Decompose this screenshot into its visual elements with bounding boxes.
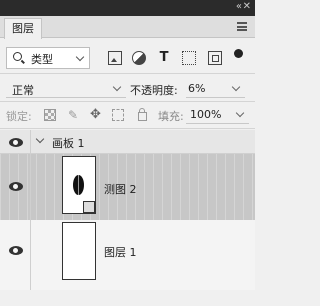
layer-row-artboard[interactable]: 画板 1 [0,130,255,154]
divider [30,154,31,220]
smart-object-badge-icon [83,201,95,213]
lock-artboard-icon[interactable] [112,109,124,121]
panel-tab-row: 图层 [0,16,255,39]
type-filter-icon[interactable]: T [157,51,171,65]
chevron-down-icon [231,82,241,92]
panel-title-bar: « ✕ [0,0,255,16]
divider [0,128,255,129]
close-icon[interactable]: ✕ [243,1,251,12]
chevron-down-icon [75,52,85,62]
divider [0,73,255,74]
divider [30,220,31,290]
filter-toggle-icon[interactable] [234,49,243,58]
layer-row-selected[interactable]: 测图 2 [0,154,255,220]
fill-value: 100% [190,108,222,121]
pixel-filter-icon[interactable] [108,51,122,65]
eye-icon[interactable] [9,138,23,147]
search-icon [13,52,22,61]
opacity-input[interactable]: 6% [186,80,245,98]
layer-name: 测图 2 [104,183,137,196]
smart-object-filter-icon[interactable] [208,51,222,65]
chevron-down-icon [235,108,245,118]
blend-mode-value: 正常 [12,84,34,97]
filter-kind-label: 类型 [31,53,53,66]
tab-layers[interactable]: 图层 [4,18,42,39]
opacity-label: 不透明度: [130,84,178,97]
lock-transparent-pixels-icon[interactable] [44,109,56,121]
layer-thumbnail [62,222,96,280]
layer-row[interactable]: 图层 1 [0,220,255,290]
fill-label: 填充: [158,110,184,123]
fill-input[interactable]: 100% [186,106,249,124]
blend-mode-select[interactable]: 正常 [6,80,126,98]
layers-list: 画板 1 测图 2 图层 1 [0,130,255,306]
lock-image-pixels-icon[interactable]: ✎ [68,109,80,121]
lock-position-icon[interactable]: ✥ [90,108,102,121]
divider [0,101,255,102]
eye-icon[interactable] [9,182,23,191]
divider [30,130,31,153]
lock-row: 锁定: ✎ ✥ 填充: 100% [6,106,249,124]
layer-name: 图层 1 [104,246,137,259]
chevron-down-icon[interactable] [35,134,45,144]
panel-menu-icon[interactable] [237,22,247,31]
eye-icon[interactable] [9,246,23,255]
collapse-panel-icon[interactable]: « [236,1,242,12]
opacity-value: 6% [188,82,206,95]
shape-filter-icon[interactable] [182,51,196,65]
adjustment-filter-icon[interactable] [132,51,146,65]
lock-label: 锁定: [6,110,32,123]
filter-kind-select[interactable]: 类型 [6,47,90,69]
thumbnail-shape [73,175,84,195]
layer-filter-row: 类型 T [6,47,249,69]
layer-thumbnail [62,156,96,214]
chevron-down-icon [112,82,122,92]
lock-all-icon[interactable] [138,108,147,121]
layer-name: 画板 1 [52,137,85,150]
